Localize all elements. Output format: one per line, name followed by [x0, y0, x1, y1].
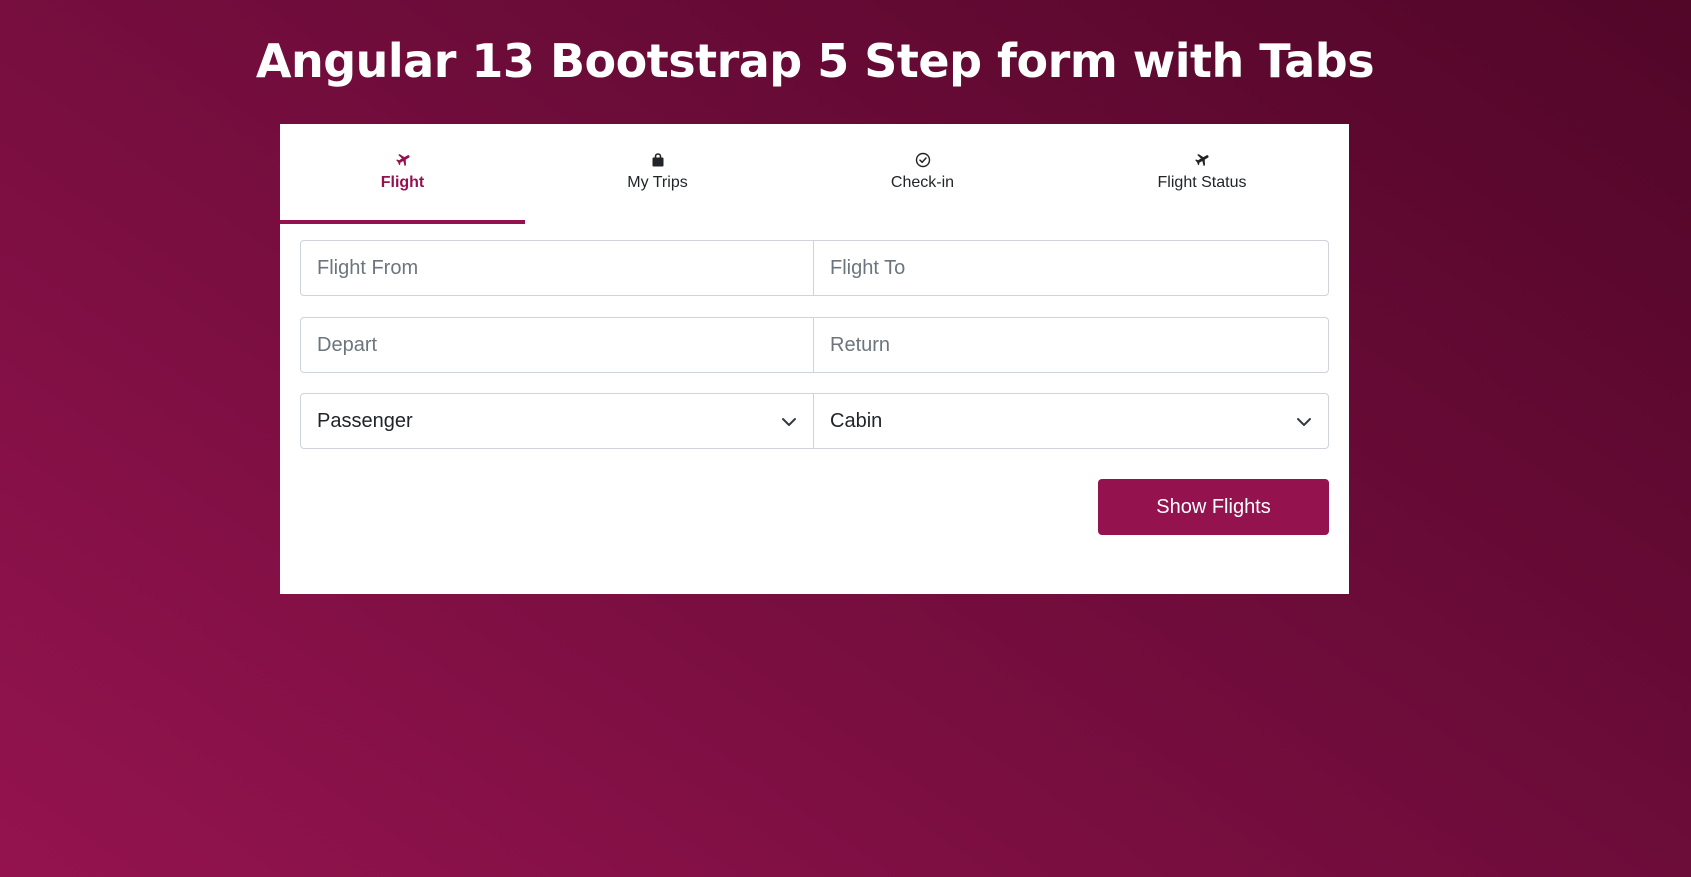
tab-my-trips[interactable]: My Trips	[525, 124, 790, 220]
tab-check-in[interactable]: Check-in	[790, 124, 1055, 220]
bag-icon	[652, 153, 663, 167]
airplane-icon	[1195, 154, 1209, 166]
airplane-icon	[395, 154, 410, 166]
tab-flight[interactable]: Flight	[280, 124, 525, 224]
flight-booking-card: Flight My Trips Check-in Flight Status F…	[280, 124, 1349, 594]
cabin-select[interactable]: Cabin	[814, 393, 1329, 449]
options-row: Passenger Cabin	[300, 393, 1329, 449]
return-input[interactable]	[814, 317, 1329, 373]
show-flights-button[interactable]: Show Flights	[1098, 479, 1329, 535]
check-circle-icon	[915, 152, 930, 168]
page-title: Angular 13 Bootstrap 5 Step form with Ta…	[255, 34, 1375, 88]
tab-flight-label: Flight	[380, 174, 425, 191]
tab-bar: Flight My Trips Check-in Flight Status	[280, 124, 1349, 224]
flight-from-input[interactable]	[300, 240, 814, 296]
passenger-select[interactable]: Passenger	[300, 393, 814, 449]
tab-my-trips-label: My Trips	[627, 174, 688, 191]
cabin-select-value: Cabin	[830, 409, 883, 432]
passenger-select-value: Passenger	[317, 409, 413, 432]
flight-to-input[interactable]	[814, 240, 1329, 296]
tab-flight-status-label: Flight Status	[1157, 174, 1247, 191]
chevron-down-icon	[1297, 418, 1311, 426]
depart-input[interactable]	[300, 317, 814, 373]
dates-row	[300, 317, 1329, 373]
route-row	[300, 240, 1329, 296]
chevron-down-icon	[782, 418, 796, 426]
tab-flight-status[interactable]: Flight Status	[1055, 124, 1349, 220]
tab-check-in-label: Check-in	[890, 174, 955, 191]
